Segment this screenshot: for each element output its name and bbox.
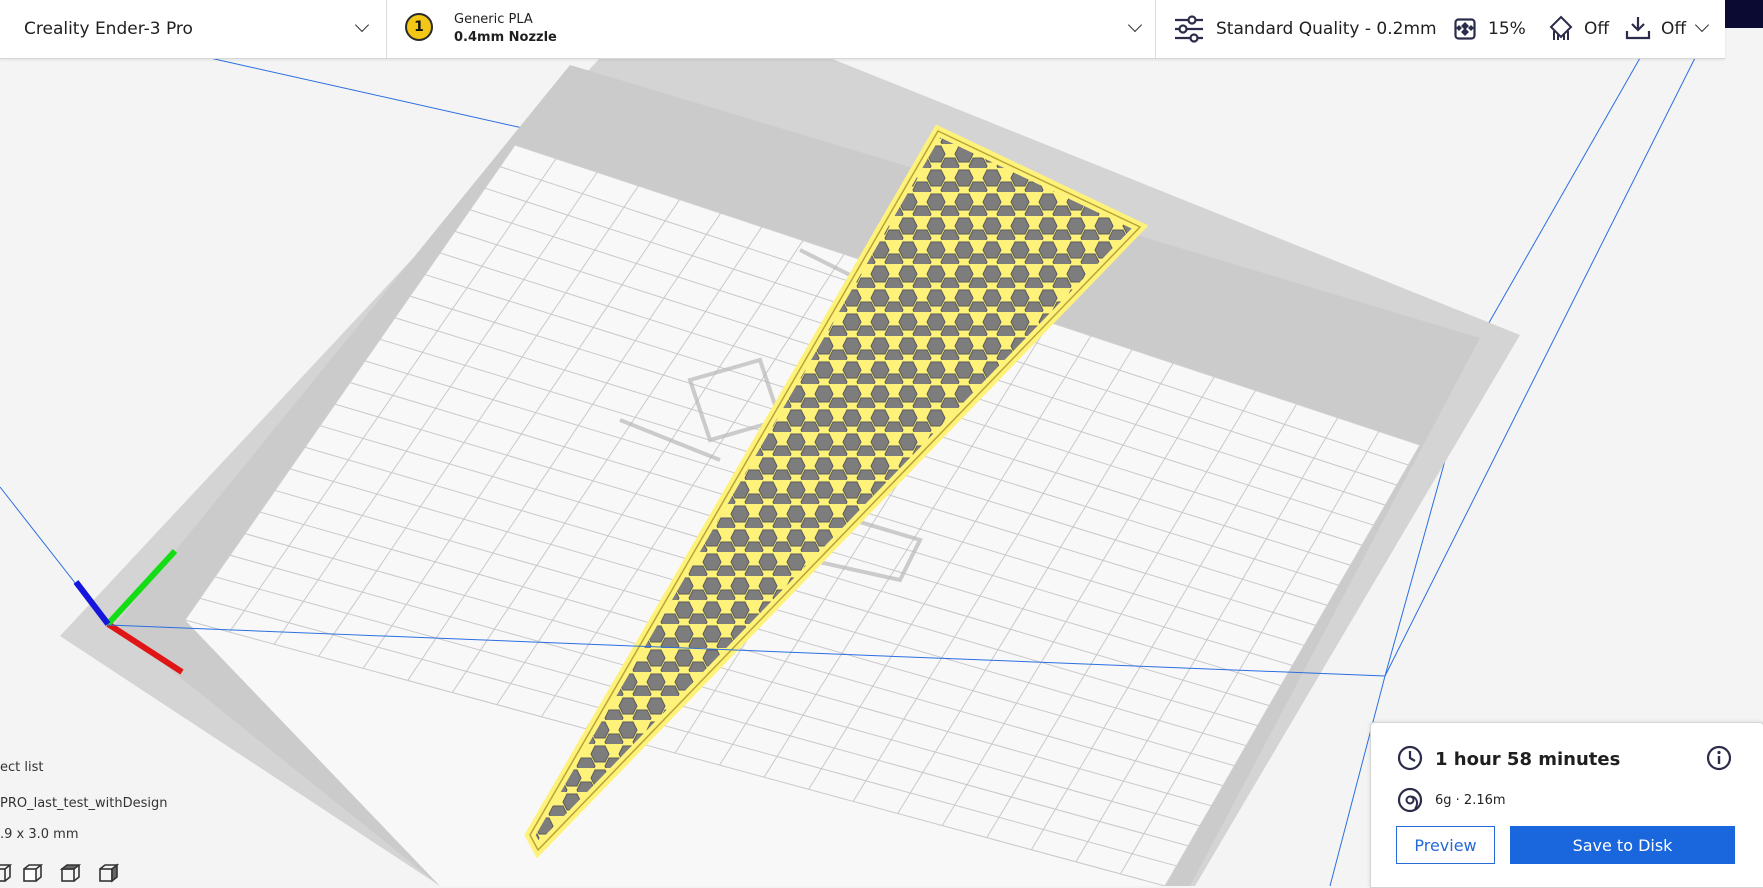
clock-icon [1397,745,1423,771]
window-corner-strip [1725,0,1763,28]
chevron-down-icon [354,17,370,33]
adhesion-icon [1625,17,1651,40]
object-dimensions: .9 x 3.0 mm [0,827,79,842]
chevron-down-icon [1694,17,1710,33]
extruder-badge: 1 [405,13,433,41]
printer-name: Creality Ender-3 Pro [24,19,193,39]
view-front-icon[interactable] [21,862,43,884]
adhesion-value: Off [1661,19,1687,39]
sliders-icon [1175,15,1203,43]
print-summary-panel: 1 hour 58 minutes 6g · 2.16m Preview Sav… [1370,722,1763,888]
infill-value: 15% [1488,19,1526,39]
infill-icon [1454,18,1476,40]
nozzle-size: 0.4mm Nozzle [454,30,557,45]
printer-selector[interactable]: Creality Ender-3 Pro [0,0,387,58]
object-list-label[interactable]: ect list [0,760,43,775]
material-selector[interactable]: 1 Generic PLA 0.4mm Nozzle [387,0,1156,58]
save-to-disk-button[interactable]: Save to Disk [1510,826,1735,864]
info-icon[interactable] [1706,745,1732,771]
quality-profile: Standard Quality - 0.2mm [1216,19,1437,39]
chevron-down-icon [1127,17,1143,33]
material-usage: 6g · 2.16m [1435,793,1506,808]
material-name: Generic PLA [454,12,533,27]
preview-button[interactable]: Preview [1396,826,1495,864]
print-settings-selector[interactable]: Standard Quality - 0.2mm 15% Off Off [1156,0,1725,58]
object-name: PRO_last_test_withDesign [0,796,168,811]
support-value: Off [1584,19,1610,39]
print-time: 1 hour 58 minutes [1435,749,1621,770]
filament-spool-icon [1397,787,1423,813]
view-side-icon[interactable] [97,862,119,884]
view-3d-icon[interactable] [0,862,12,884]
support-icon [1549,15,1573,40]
top-toolbar: Creality Ender-3 Pro 1 Generic PLA 0.4mm… [0,0,1725,59]
view-top-icon[interactable] [59,862,81,884]
